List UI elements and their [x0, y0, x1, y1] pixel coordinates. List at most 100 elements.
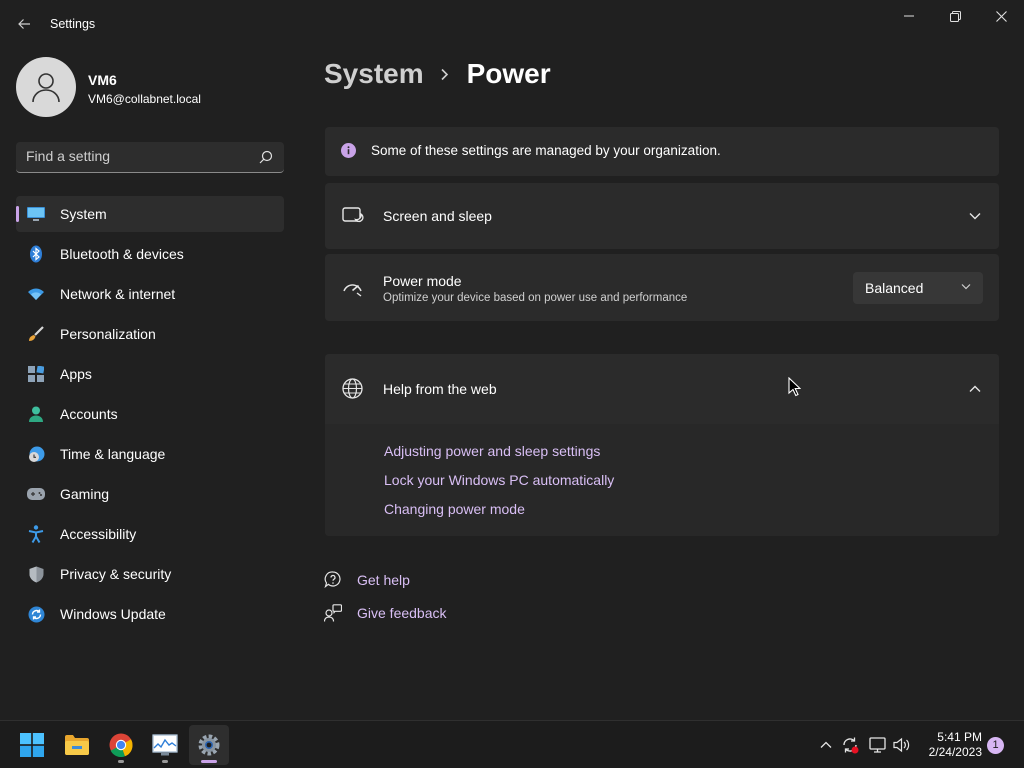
- sidebar-item-privacy-security[interactable]: Privacy & security: [16, 556, 284, 592]
- system-clock[interactable]: 5:41 PM 2/24/2023: [918, 730, 982, 760]
- sidebar-item-system[interactable]: System: [16, 196, 284, 232]
- taskbar-settings[interactable]: [189, 725, 229, 765]
- sidebar-item-accessibility[interactable]: Accessibility: [16, 516, 284, 552]
- sidebar-item-label: Apps: [60, 366, 92, 382]
- help-header[interactable]: Help from the web: [325, 354, 999, 423]
- search-icon[interactable]: [259, 150, 273, 164]
- close-button[interactable]: [978, 0, 1024, 32]
- user-name: VM6: [88, 72, 117, 88]
- shield-icon: [27, 565, 45, 583]
- sidebar-item-time-language[interactable]: Time & language: [16, 436, 284, 472]
- power-mode-title: Power mode: [383, 273, 462, 289]
- chevron-right-icon: [440, 68, 449, 81]
- start-icon: [20, 733, 44, 757]
- page-title: Power: [466, 58, 551, 89]
- power-mode-selected: Balanced: [865, 280, 924, 296]
- sidebar-item-bluetooth[interactable]: Bluetooth & devices: [16, 236, 284, 272]
- taskbar-chrome[interactable]: [101, 725, 141, 765]
- help-chat-icon: [324, 571, 342, 589]
- help-from-web-card: Help from the web Adjusting power and sl…: [325, 354, 999, 536]
- chevron-down-icon[interactable]: [967, 208, 983, 224]
- sync-alert-icon[interactable]: [840, 735, 860, 755]
- notification-badge[interactable]: 1: [987, 737, 1004, 754]
- minimize-button[interactable]: [886, 0, 932, 32]
- app-title: Settings: [50, 17, 96, 31]
- screen-sleep-icon: [342, 205, 364, 227]
- bluetooth-icon: [27, 245, 45, 263]
- sidebar-item-label: Windows Update: [60, 606, 166, 622]
- update-icon: [27, 605, 45, 623]
- give-feedback-label: Give feedback: [357, 605, 447, 621]
- help-link-power-mode[interactable]: Changing power mode: [384, 501, 525, 517]
- user-icon: [32, 73, 60, 103]
- info-icon: [341, 143, 356, 163]
- sidebar-item-label: Network & internet: [60, 286, 176, 302]
- sidebar-item-label: Accounts: [60, 406, 118, 422]
- search-input[interactable]: [26, 148, 246, 164]
- resource-monitor-icon: [152, 734, 178, 756]
- active-indicator: [201, 760, 217, 763]
- monitor-icon: [27, 205, 45, 223]
- power-mode-icon: [342, 277, 364, 299]
- sidebar-item-label: Bluetooth & devices: [60, 246, 184, 262]
- wifi-icon: [27, 285, 45, 303]
- breadcrumb: System Power: [324, 58, 551, 90]
- running-indicator: [162, 760, 168, 763]
- power-mode-card: Power mode Optimize your device based on…: [325, 254, 999, 321]
- help-title: Help from the web: [383, 381, 497, 397]
- close-icon: [995, 10, 1007, 22]
- power-mode-dropdown[interactable]: Balanced: [853, 272, 983, 304]
- sidebar-item-windows-update[interactable]: Windows Update: [16, 596, 284, 632]
- title-bar: Settings: [0, 0, 1024, 48]
- apps-icon: [27, 365, 45, 383]
- sidebar-item-label: Time & language: [60, 446, 166, 462]
- brush-icon: [27, 325, 45, 343]
- clock-date: 2/24/2023: [928, 745, 982, 759]
- give-feedback-link[interactable]: Give feedback: [324, 604, 447, 622]
- settings-icon: [198, 734, 220, 756]
- screen-and-sleep-card[interactable]: Screen and sleep: [325, 183, 999, 249]
- sidebar-item-label: System: [60, 206, 107, 222]
- restore-button[interactable]: [932, 0, 978, 32]
- clock-globe-icon: [27, 445, 45, 463]
- sidebar-item-apps[interactable]: Apps: [16, 356, 284, 392]
- start-button[interactable]: [12, 725, 52, 765]
- chevron-up-icon[interactable]: [967, 381, 983, 397]
- help-links: Adjusting power and sleep settings Lock …: [325, 424, 999, 536]
- managed-info-bar: Some of these settings are managed by yo…: [325, 127, 999, 176]
- chrome-icon: [109, 733, 133, 757]
- help-link-power-sleep[interactable]: Adjusting power and sleep settings: [384, 443, 600, 459]
- help-link-lock-pc[interactable]: Lock your Windows PC automatically: [384, 472, 614, 488]
- taskbar-resource-monitor[interactable]: [145, 725, 185, 765]
- chevron-up-icon[interactable]: [816, 735, 836, 755]
- chevron-down-icon: [961, 284, 971, 290]
- breadcrumb-parent[interactable]: System: [324, 58, 424, 90]
- taskbar-file-explorer[interactable]: [57, 725, 97, 765]
- sidebar-item-personalization[interactable]: Personalization: [16, 316, 284, 352]
- volume-icon[interactable]: [892, 735, 912, 755]
- sidebar-item-accounts[interactable]: Accounts: [16, 396, 284, 432]
- sidebar-item-network[interactable]: Network & internet: [16, 276, 284, 312]
- sidebar-item-label: Accessibility: [60, 526, 137, 542]
- mouse-cursor-icon: [788, 377, 801, 397]
- restore-icon: [949, 10, 961, 22]
- sidebar-item-label: Personalization: [60, 326, 156, 342]
- taskbar: 5:41 PM 2/24/2023 1: [0, 720, 1024, 768]
- screen-sleep-title: Screen and sleep: [383, 208, 492, 224]
- person-icon: [27, 405, 45, 423]
- avatar[interactable]: [16, 57, 76, 117]
- sidebar-nav: System Bluetooth & devices Network & int…: [16, 196, 284, 636]
- minimize-icon: [904, 15, 914, 17]
- back-arrow-icon: [18, 19, 30, 29]
- sidebar-item-gaming[interactable]: Gaming: [16, 476, 284, 512]
- back-button[interactable]: [10, 10, 38, 38]
- get-help-link[interactable]: Get help: [324, 571, 410, 589]
- get-help-label: Get help: [357, 572, 410, 588]
- feedback-icon: [324, 604, 342, 622]
- user-email: VM6@collabnet.local: [88, 92, 201, 106]
- gamepad-icon: [27, 485, 45, 503]
- info-text: Some of these settings are managed by yo…: [371, 143, 721, 158]
- power-mode-subtitle: Optimize your device based on power use …: [383, 292, 688, 304]
- network-icon[interactable]: [868, 735, 888, 755]
- search-box[interactable]: [16, 142, 284, 173]
